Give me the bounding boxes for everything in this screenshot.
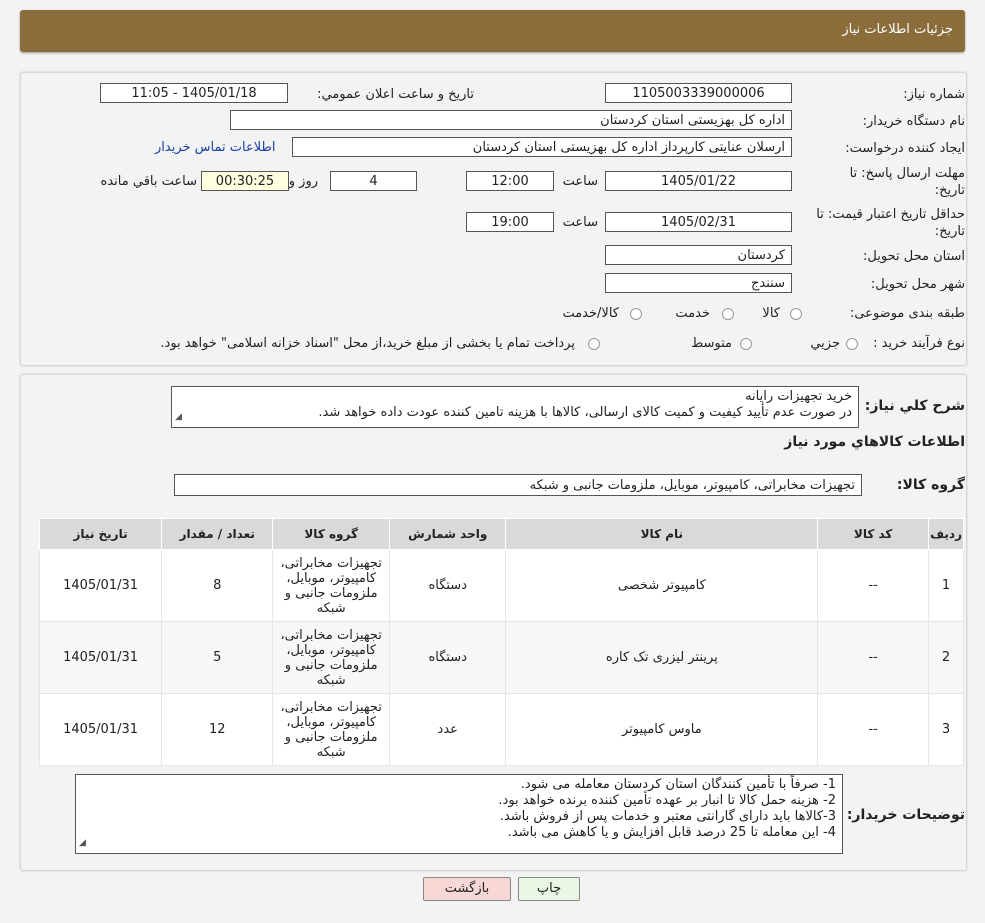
province-label: استان محل تحویل: [863, 249, 965, 264]
page-title: جزئیات اطلاعات نیاز [842, 22, 953, 37]
validity-time-field: 19:00 [466, 212, 554, 232]
cell-date: 1405/01/31 [38, 621, 163, 694]
table-row: 3 -- ماوس کامپیوتر عدد تجهیزات مخابراتی،… [38, 693, 964, 766]
buyer-note-line: 3-کالاها باید دارای گارانتی معتبر و خدما… [499, 809, 836, 824]
process-radio-minor[interactable] [846, 338, 858, 350]
need-number-field: 1105003339000006 [605, 83, 792, 103]
description-line-2: در صورت عدم تأیید کیفیت و کمیت کالای ارس… [318, 405, 852, 420]
process-note: پرداخت تمام یا بخشی از مبلغ خرید،از محل … [160, 336, 575, 351]
col-name: نام کالا [505, 518, 819, 550]
buyer-notes-textarea: 1- صرفاً با تأمین کنندگان استان کردستان … [75, 774, 843, 854]
remaining-label: ساعت باقي مانده [100, 174, 197, 189]
cell-unit: عدد [389, 693, 507, 766]
description-label: شرح کلي نیاز: [864, 398, 965, 414]
deadline-time-field: 12:00 [466, 171, 554, 191]
validity-time-label: ساعت [562, 215, 598, 230]
col-date: تاریخ نیاز [38, 518, 163, 550]
table-row: 2 -- پرینتر لیزری تک کاره دستگاه تجهیزات… [38, 621, 964, 694]
resize-grip-icon[interactable]: ◢ [79, 835, 86, 851]
validity-label: حداقل تاریخ اعتبار قیمت: تا [816, 207, 965, 222]
goods-group-label: گروه کالا: [896, 477, 965, 493]
buyer-note-line: 2- هزینه حمل کالا تا انبار بر عهده تأمین… [498, 793, 836, 808]
days-label: روز و [288, 174, 318, 189]
goods-group-field: تجهیزات مخابراتی، کامپیوتر، موبایل، ملزو… [174, 474, 862, 496]
category-label: طبقه بندی موضوعی: [849, 306, 965, 321]
buyer-note-line: 1- صرفاً با تأمین کنندگان استان کردستان … [520, 777, 836, 792]
deadline-date-field: 1405/01/22 [605, 171, 792, 191]
table-header-row: ردیف کد کالا نام کالا واحد شمارش گروه کا… [38, 518, 964, 550]
col-unit: واحد شمارش [389, 518, 507, 550]
buyer-org-field: اداره کل بهزیستی استان کردستان [230, 110, 792, 130]
buyer-org-label: نام دستگاه خریدار: [862, 114, 965, 129]
description-textarea: خرید تجهیزات رایانه در صورت عدم تأیید کی… [171, 386, 859, 428]
category-option-goods-service: کالا/خدمت [562, 306, 619, 321]
deadline-label-date: تاریخ: [934, 183, 965, 198]
cell-row: 1 [928, 549, 964, 622]
validity-label-date: تاریخ: [934, 224, 965, 239]
buyer-contact-link[interactable]: اطلاعات تماس خریدار [155, 140, 275, 155]
category-option-goods: کالا [762, 306, 780, 321]
back-button[interactable]: بازگشت [423, 877, 511, 901]
page-header: جزئیات اطلاعات نیاز [20, 10, 965, 52]
cell-name: پرینتر لیزری تک کاره [505, 621, 819, 694]
cell-qty: 5 [161, 621, 274, 694]
need-number-label: شماره نیاز: [903, 87, 965, 102]
process-radio-medium[interactable] [740, 338, 752, 350]
process-option-medium: متوسط [691, 336, 732, 351]
province-field: کردستان [605, 245, 792, 265]
cell-name: ماوس کامپیوتر [505, 693, 819, 766]
cell-code: -- [817, 549, 930, 622]
resize-grip-icon[interactable]: ◢ [175, 409, 182, 425]
cell-unit: دستگاه [389, 621, 507, 694]
table-row: 1 -- کامپیوتر شخصی دستگاه تجهیزات مخابرا… [38, 549, 964, 622]
creator-label: ایجاد کننده درخواست: [845, 141, 965, 156]
cell-name: کامپیوتر شخصی [505, 549, 819, 622]
days-field: 4 [330, 171, 417, 191]
goods-table: ردیف کد کالا نام کالا واحد شمارش گروه کا… [38, 518, 964, 766]
process-radio-treasury[interactable] [588, 338, 600, 350]
deadline-time-label: ساعت [562, 174, 598, 189]
creator-field: ارسلان عنایتی کارپرداز اداره کل بهزیستی … [292, 137, 792, 157]
cell-row: 3 [928, 693, 964, 766]
category-option-service: خدمت [675, 306, 710, 321]
cell-row: 2 [928, 621, 964, 694]
remaining-time-field: 00:30:25 [201, 171, 289, 191]
col-group: گروه کالا [272, 518, 391, 550]
cell-qty: 12 [161, 693, 274, 766]
cell-date: 1405/01/31 [38, 693, 163, 766]
category-radio-goods-service[interactable] [630, 308, 642, 320]
process-option-minor: جزیي [810, 336, 840, 351]
cell-group: تجهیزات مخابراتی، کامپیوتر، موبایل، ملزو… [272, 693, 391, 766]
cell-date: 1405/01/31 [38, 549, 163, 622]
col-code: کد کالا [817, 518, 930, 550]
cell-group: تجهیزات مخابراتی، کامپیوتر، موبایل، ملزو… [272, 549, 391, 622]
category-radio-service[interactable] [722, 308, 734, 320]
process-label: نوع فرآیند خرید : [873, 336, 965, 351]
cell-code: -- [817, 693, 930, 766]
announce-label: تاریخ و ساعت اعلان عمومي: [317, 87, 474, 102]
validity-date-field: 1405/02/31 [605, 212, 792, 232]
cell-unit: دستگاه [389, 549, 507, 622]
buyer-notes-label: توضیحات خریدار: [846, 807, 965, 823]
cell-group: تجهیزات مخابراتی، کامپیوتر، موبایل، ملزو… [272, 621, 391, 694]
deadline-label: مهلت ارسال پاسخ: تا [849, 166, 965, 181]
category-radio-goods[interactable] [790, 308, 802, 320]
goods-section-title: اطلاعات کالاهاي مورد نیاز [784, 434, 965, 450]
print-button[interactable]: چاپ [518, 877, 580, 901]
city-field: سنندج [605, 273, 792, 293]
announce-field: 1405/01/18 - 11:05 [100, 83, 288, 103]
city-label: شهر محل تحویل: [870, 277, 965, 292]
buyer-note-line: 4- این معامله تا 25 درصد قابل افزایش و ی… [507, 825, 836, 840]
description-line-1: خرید تجهیزات رایانه [745, 389, 852, 404]
col-qty: تعداد / مقدار [161, 518, 274, 550]
cell-code: -- [817, 621, 930, 694]
cell-qty: 8 [161, 549, 274, 622]
col-row: ردیف [928, 518, 964, 550]
